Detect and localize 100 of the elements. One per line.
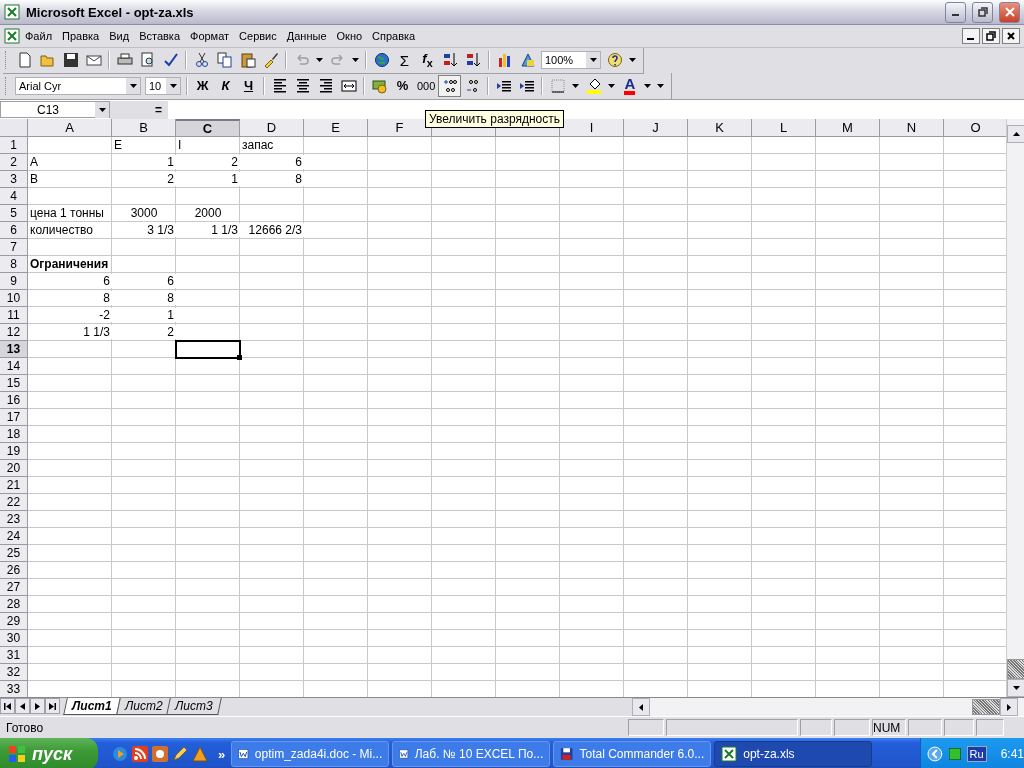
row-header[interactable]: 1 <box>0 137 28 154</box>
font-color-button[interactable]: A <box>618 74 642 97</box>
row-header[interactable]: 2 <box>0 154 28 171</box>
sort-icon <box>442 52 459 68</box>
taskbar-button[interactable]: opt-za.xls <box>714 741 873 767</box>
row-header[interactable]: 21 <box>0 477 28 494</box>
row-header[interactable]: 17 <box>0 409 28 426</box>
minimize-button[interactable] <box>945 1 966 23</box>
next-sheet-button[interactable] <box>30 698 45 714</box>
column-header[interactable]: J <box>624 119 688 137</box>
equals-button[interactable]: = <box>110 100 168 119</box>
thousands-button[interactable]: 000 <box>414 74 439 97</box>
table-cell: 2 <box>229 155 240 169</box>
column-header[interactable]: E <box>304 119 368 137</box>
column-header[interactable]: A <box>28 119 112 137</box>
vertical-scrollbar[interactable] <box>1006 119 1024 697</box>
decimal-icon <box>441 77 458 94</box>
row-header[interactable]: 24 <box>0 528 28 545</box>
restore-button[interactable] <box>982 28 1000 44</box>
table-cell: 1 <box>229 172 240 186</box>
menu-item[interactable]: Сервис <box>234 28 282 44</box>
close-button[interactable] <box>1002 28 1020 44</box>
row-header[interactable]: 31 <box>0 647 28 664</box>
more-button[interactable]: » <box>218 746 226 762</box>
restore-button[interactable] <box>972 1 993 23</box>
column-header[interactable]: I <box>560 119 624 137</box>
increase-decimal-button[interactable] <box>438 74 462 97</box>
italic-button[interactable]: К <box>214 74 237 97</box>
row-header[interactable]: 5 <box>0 205 28 222</box>
row-header[interactable]: 4 <box>0 188 28 205</box>
row-header[interactable]: 9 <box>0 273 28 290</box>
menu-item[interactable]: Окно <box>331 28 368 44</box>
row-header[interactable]: 30 <box>0 630 28 647</box>
menu-item[interactable]: Вид <box>104 28 135 44</box>
first-sheet-button[interactable] <box>0 698 15 714</box>
row-header[interactable]: 26 <box>0 562 28 579</box>
row-header[interactable]: 27 <box>0 579 28 596</box>
function-button[interactable]: f$_{x}$ <box>416 49 439 71</box>
sheet-tab[interactable]: Лист3 <box>166 698 222 715</box>
menu-item[interactable]: Справка <box>367 28 421 44</box>
underline-button[interactable]: Ч <box>237 74 260 97</box>
row-header[interactable]: 11 <box>0 307 28 324</box>
selected-cell[interactable] <box>176 341 240 358</box>
row-header[interactable]: 22 <box>0 494 28 511</box>
row-header[interactable]: 6 <box>0 222 28 239</box>
column-header[interactable]: F <box>368 119 432 137</box>
start-button[interactable]: пуск <box>0 738 98 768</box>
scrollbar-thumb[interactable] <box>1007 659 1024 679</box>
minimize-button[interactable] <box>962 28 980 44</box>
row-header[interactable]: 18 <box>0 426 28 443</box>
row-header[interactable]: 16 <box>0 392 28 409</box>
column-header[interactable]: K <box>688 119 752 137</box>
sheet-tab[interactable]: Лист1 <box>63 698 121 715</box>
previous-sheet-button[interactable] <box>15 698 30 714</box>
percent-button[interactable]: % <box>391 74 414 97</box>
row-header[interactable]: 25 <box>0 545 28 562</box>
last-sheet-button[interactable] <box>45 698 60 714</box>
table-cell: 8 <box>101 291 112 305</box>
taskbar-button[interactable]: optim_zada4i.doc - Mi... <box>231 741 390 767</box>
column-header[interactable]: C <box>176 119 240 137</box>
fill-handle[interactable] <box>237 355 242 360</box>
column-header[interactable]: D <box>240 119 304 137</box>
bold-button[interactable]: Ж <box>191 74 214 97</box>
menu-item[interactable]: Формат <box>185 28 235 44</box>
row-header[interactable]: 20 <box>0 460 28 477</box>
row-header[interactable]: 7 <box>0 239 28 256</box>
row-header[interactable]: 8 <box>0 256 28 273</box>
table-cell: 2 <box>165 172 176 186</box>
menu-item[interactable]: Файл <box>20 28 58 44</box>
row-header[interactable]: 19 <box>0 443 28 460</box>
row-header[interactable]: 23 <box>0 511 28 528</box>
row-header[interactable]: 12 <box>0 324 28 341</box>
font-size-field[interactable]: 10 <box>145 76 181 95</box>
zoom-field[interactable]: 100% <box>541 51 601 69</box>
row-header[interactable]: 33 <box>0 681 28 697</box>
row-header[interactable]: 29 <box>0 613 28 630</box>
row-header[interactable]: 3 <box>0 171 28 188</box>
row-header[interactable]: 28 <box>0 596 28 613</box>
taskbar-button[interactable]: Total Commander 6.0... <box>553 741 712 767</box>
scrollbar-thumb[interactable] <box>972 699 1000 715</box>
row-header[interactable]: 15 <box>0 375 28 392</box>
font-field[interactable]: Arial Cyr <box>15 76 141 95</box>
row-header[interactable]: 10 <box>0 290 28 307</box>
row-header[interactable]: 32 <box>0 664 28 681</box>
name-box[interactable]: C13 <box>0 101 110 118</box>
horizontal-scrollbar[interactable] <box>632 698 1024 716</box>
column-header[interactable]: M <box>816 119 880 137</box>
column-header[interactable]: L <box>752 119 816 137</box>
align-right-icon <box>317 77 334 94</box>
column-header[interactable]: B <box>112 119 176 137</box>
row-header[interactable]: 14 <box>0 358 28 375</box>
taskbar-button[interactable]: Лаб. № 10 EXCEL По... <box>392 741 551 767</box>
language-indicator[interactable]: Ru <box>966 746 987 762</box>
menu-item[interactable]: Правка <box>57 28 105 44</box>
autosum-button[interactable]: Σ <box>393 49 416 71</box>
column-header[interactable]: N <box>880 119 944 137</box>
row-header[interactable]: 13 <box>0 341 28 358</box>
menu-item[interactable]: Данные <box>281 28 332 44</box>
column-header[interactable]: O <box>944 119 1006 137</box>
menu-item[interactable]: Вставка <box>134 28 185 44</box>
